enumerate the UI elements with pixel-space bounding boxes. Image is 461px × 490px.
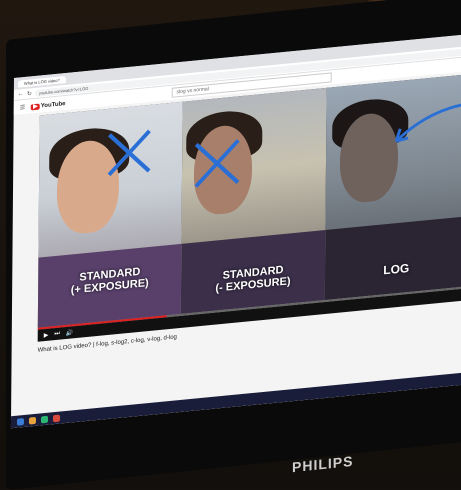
volume-icon[interactable]: 🔊 — [66, 329, 74, 337]
play-logo-icon: ▶ — [31, 103, 40, 110]
app-icon[interactable] — [40, 415, 49, 423]
menu-icon[interactable]: ☰ — [20, 103, 25, 111]
folder-icon[interactable] — [28, 416, 37, 425]
video-panel-standard-plus: STANDARD (+ EXPOSURE) — [37, 101, 183, 328]
app-icon[interactable] — [52, 414, 61, 422]
back-icon[interactable]: ← — [18, 91, 24, 98]
video-panel-log: LOG — [324, 74, 461, 301]
cross-mark-icon — [107, 129, 151, 177]
video-player[interactable]: STANDARD (+ EXPOSURE) STANDARD (- EXPOSU… — [37, 74, 461, 328]
youtube-logo[interactable]: ▶ YouTube — [31, 100, 66, 110]
monitor-screen: What is LOG video? ← ↻ youtube.com/watch… — [10, 33, 461, 429]
play-icon[interactable]: ▶ — [44, 331, 49, 338]
arrow-icon — [394, 103, 461, 143]
reload-icon[interactable]: ↻ — [27, 90, 32, 97]
next-icon[interactable]: ⏭ — [54, 330, 59, 338]
start-icon[interactable] — [16, 417, 25, 426]
video-panel-standard-minus: STANDARD (- EXPOSURE) — [181, 87, 327, 314]
cross-mark-icon — [194, 139, 240, 188]
